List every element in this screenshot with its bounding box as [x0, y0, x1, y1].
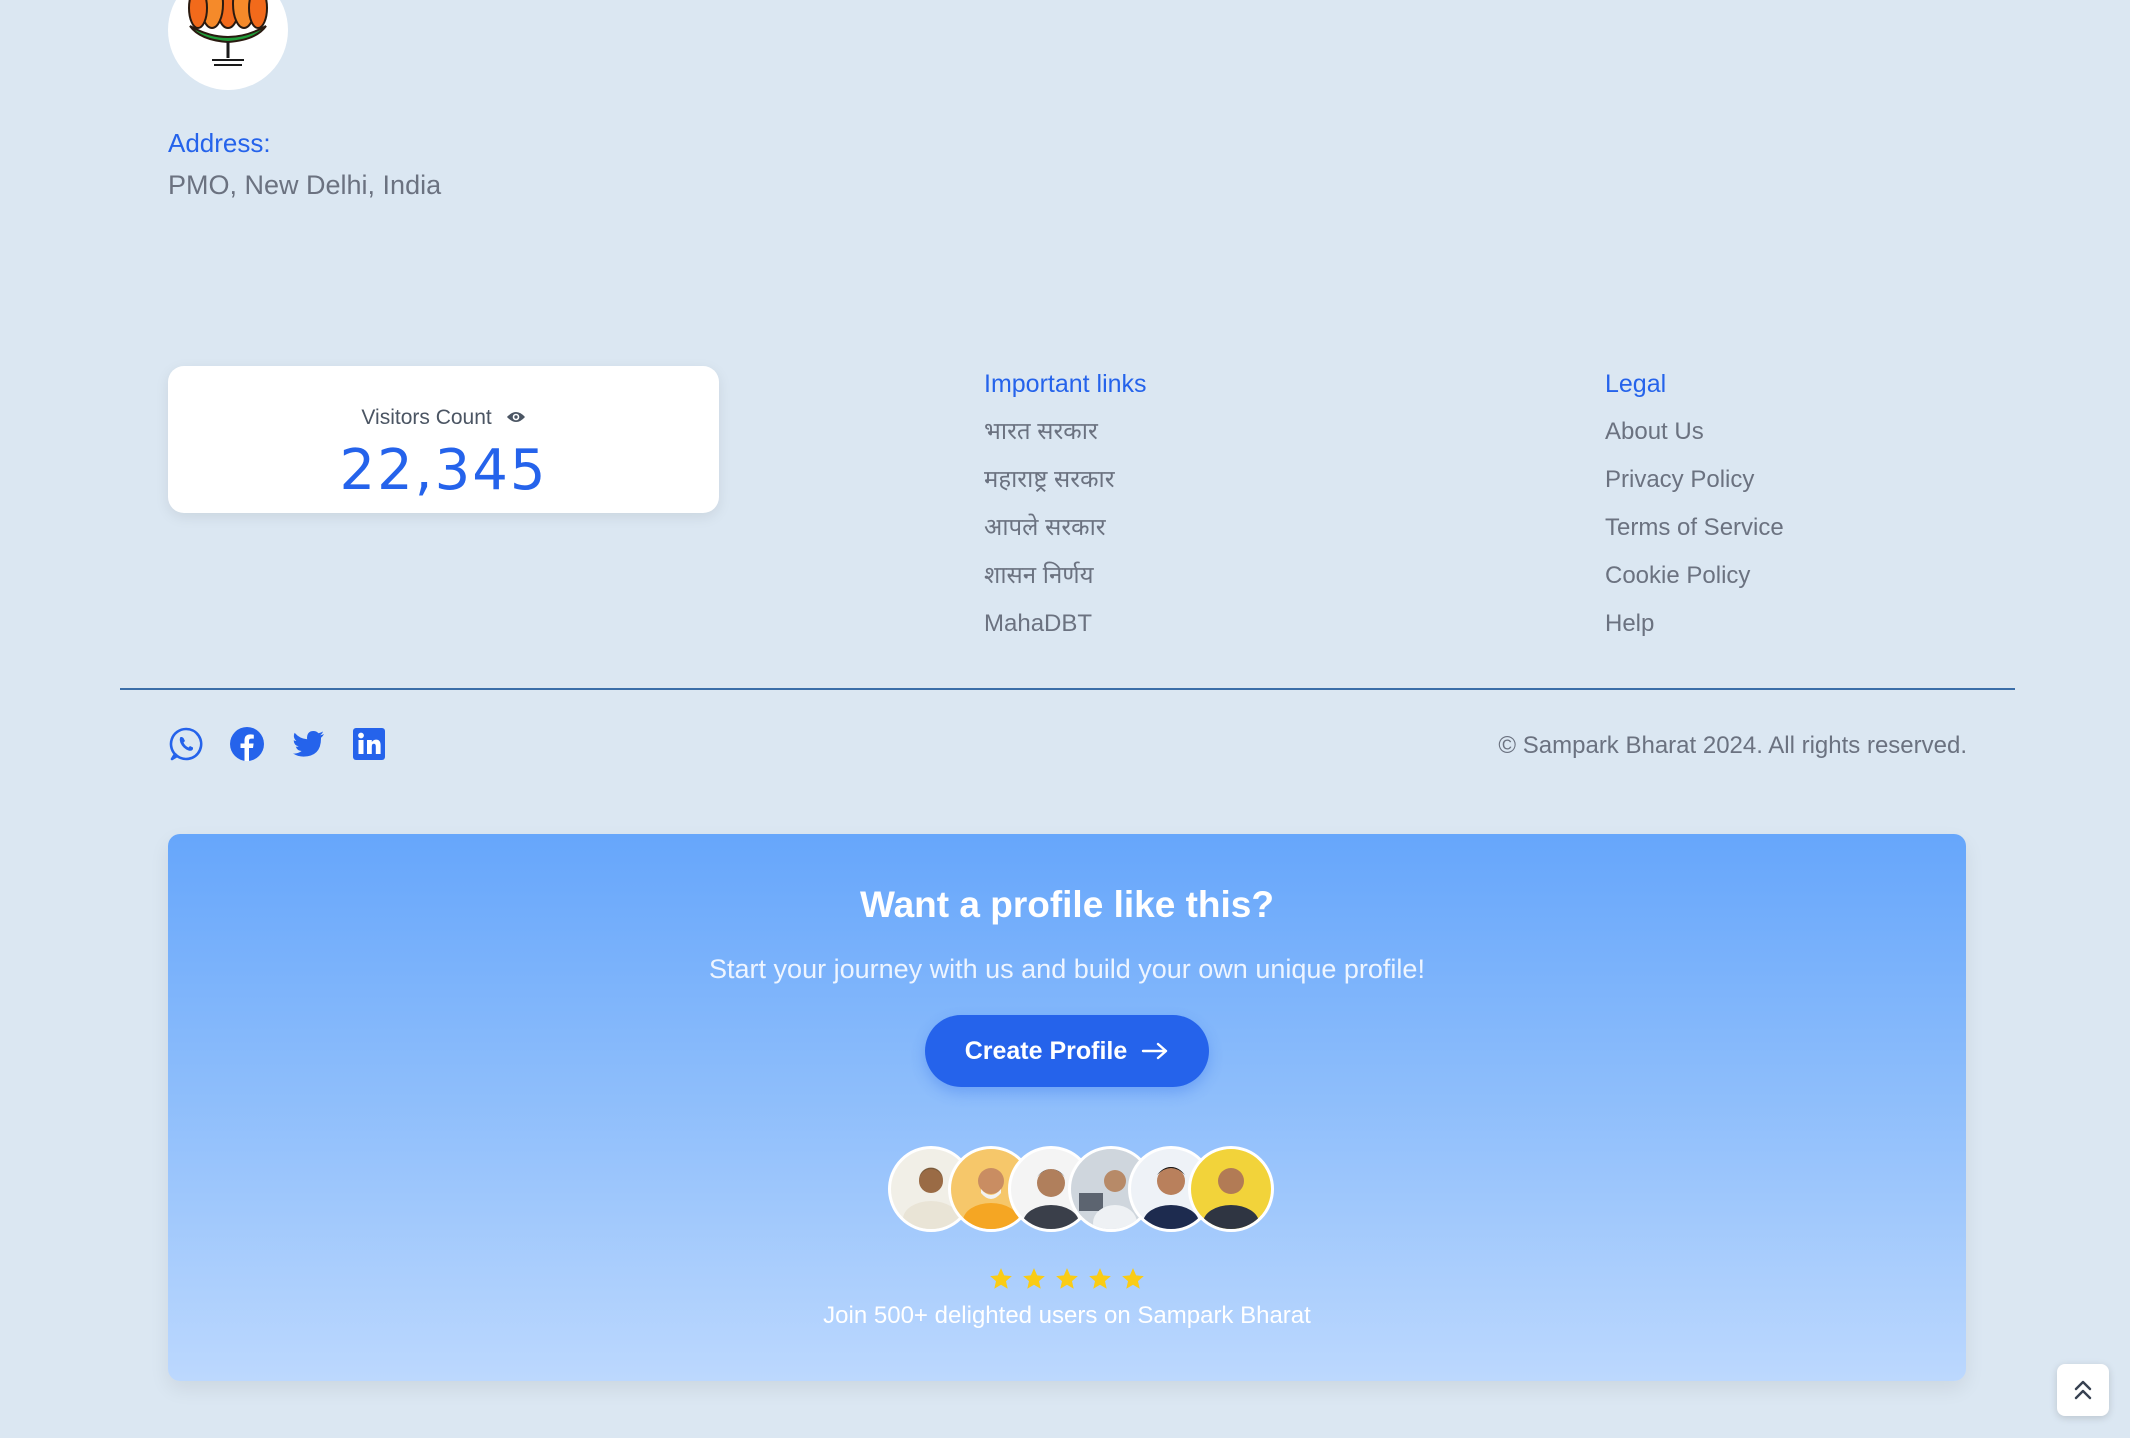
- star-icon: [1023, 1268, 1045, 1289]
- visitors-count-card: Visitors Count 22,345: [168, 366, 719, 513]
- whatsapp-icon[interactable]: [168, 726, 204, 762]
- arrow-right-icon: [1142, 1042, 1168, 1060]
- double-chevron-up-icon: [2074, 1380, 2092, 1400]
- link-aaple-sarkar[interactable]: आपले सरकार: [984, 504, 1115, 552]
- legal-heading: Legal: [1605, 370, 1667, 398]
- linkedin-icon[interactable]: [351, 726, 387, 762]
- user-avatars: [888, 1146, 1288, 1232]
- address-value: PMO, New Delhi, India: [168, 170, 442, 200]
- important-links-list: भारत सरकार महाराष्ट्र सरकार आपले सरकार श…: [984, 408, 1115, 648]
- cta-tagline: Join 500+ delighted users on Sampark Bha…: [823, 1302, 1311, 1329]
- link-mahadbt[interactable]: MahaDBT: [984, 600, 1115, 648]
- link-about-us[interactable]: About Us: [1605, 408, 1784, 456]
- address-label: Address:: [168, 128, 271, 158]
- cta-title: Want a profile like this?: [860, 884, 1274, 925]
- create-profile-cta: Want a profile like this? Start your jou…: [168, 834, 1966, 1381]
- create-profile-button-label: Create Profile: [964, 1036, 1128, 1065]
- create-profile-button[interactable]: Create Profile: [925, 1015, 1209, 1087]
- rating-stars: [168, 1266, 1966, 1292]
- facebook-icon[interactable]: [229, 726, 265, 762]
- link-bharat-sarkar[interactable]: भारत सरकार: [984, 408, 1115, 456]
- star-icon: [990, 1268, 1012, 1289]
- link-help[interactable]: Help: [1605, 600, 1784, 648]
- user-avatar: [1188, 1146, 1274, 1232]
- party-logo: [168, 0, 288, 90]
- cta-subtitle: Start your journey with us and build you…: [709, 954, 1425, 984]
- visitors-count-value: 22,345: [339, 438, 548, 503]
- scroll-to-top-button[interactable]: [2057, 1364, 2109, 1416]
- visitors-count-label: Visitors Count: [361, 406, 492, 429]
- link-privacy-policy[interactable]: Privacy Policy: [1605, 456, 1784, 504]
- star-icon: [1122, 1268, 1144, 1289]
- link-cookie-policy[interactable]: Cookie Policy: [1605, 552, 1784, 600]
- legal-links-list: About Us Privacy Policy Terms of Service…: [1605, 408, 1784, 648]
- twitter-icon[interactable]: [290, 726, 326, 762]
- link-terms-of-service[interactable]: Terms of Service: [1605, 504, 1784, 552]
- eye-icon: [506, 406, 526, 430]
- social-links: [168, 726, 387, 762]
- visitors-count-label-row: Visitors Count: [168, 406, 719, 430]
- footer-divider: [120, 688, 2015, 690]
- link-shasan-nirnay[interactable]: शासन निर्णय: [984, 552, 1115, 600]
- star-icon: [1056, 1268, 1078, 1289]
- important-links-heading: Important links: [984, 370, 1147, 398]
- copyright-text: © Sampark Bharat 2024. All rights reserv…: [1498, 732, 1967, 759]
- link-maharashtra-sarkar[interactable]: महाराष्ट्र सरकार: [984, 456, 1115, 504]
- star-icon: [1089, 1268, 1111, 1289]
- lotus-icon: [188, 0, 268, 66]
